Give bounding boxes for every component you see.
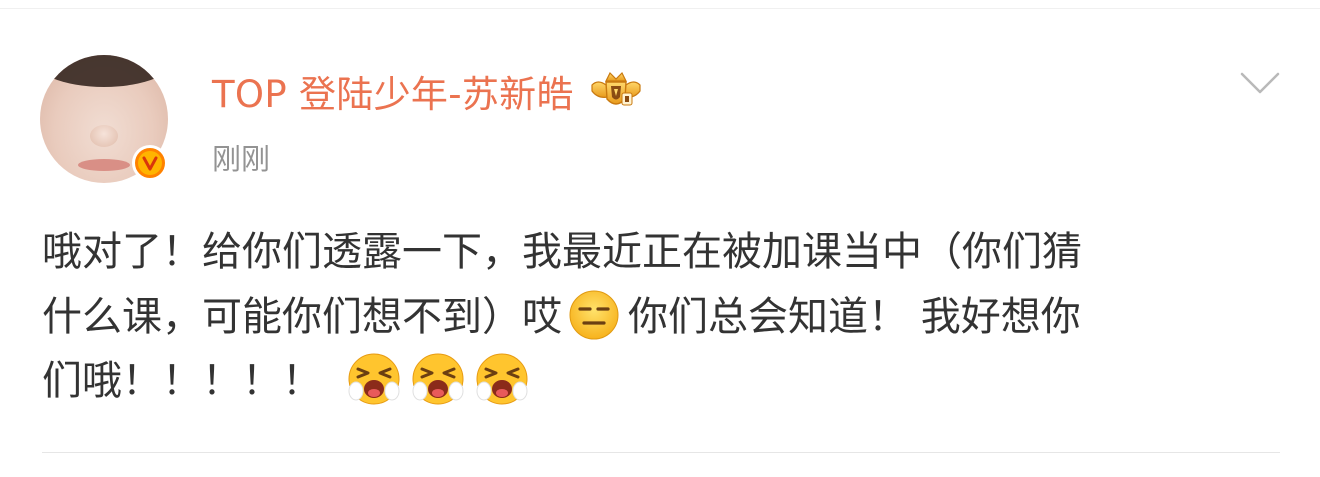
post-body: 哦对了！给你们透露一下，我最近正在被加课当中（你们猜 什么课，可能你们想不到）哎… [42, 220, 1282, 414]
author-name[interactable]: TOP 登陆少年-苏新皓 [212, 64, 574, 118]
author-avatar[interactable] [40, 55, 168, 183]
post-text-line: 们哦！！！！！ [42, 349, 1282, 414]
post-text-line: 哦对了！给你们透露一下，我最近正在被加课当中（你们猜 [42, 229, 1082, 275]
crying-face-emoji-icon [412, 353, 464, 405]
emoji-group [346, 349, 538, 414]
post-timestamp[interactable]: 刚刚 [212, 136, 270, 178]
weibo-post-card: TOP 登陆少年-苏新皓 刚刚 哦对了！给你们透露一下，我最近正在被加课当中（你… [0, 0, 1320, 477]
author-header: TOP 登陆少年-苏新皓 [212, 66, 644, 116]
post-text-segment: 什么课，可能你们想不到）哎 [42, 293, 562, 340]
post-divider [42, 452, 1280, 453]
neutral-face-emoji-icon [569, 290, 619, 339]
crown-badge-icon[interactable] [588, 69, 644, 113]
crying-face-emoji-icon [476, 353, 528, 405]
crying-face-emoji-icon [348, 353, 400, 405]
post-text-line: 什么课，可能你们想不到）哎 你们总会知道！ 我好想你 [42, 285, 1282, 350]
post-text-segment: 们哦！！！！！ [42, 358, 322, 404]
chevron-down-icon[interactable] [1238, 66, 1282, 102]
post-text-segment: 你们总会知道！ 我好想你 [628, 293, 1081, 340]
verified-icon [132, 145, 168, 181]
